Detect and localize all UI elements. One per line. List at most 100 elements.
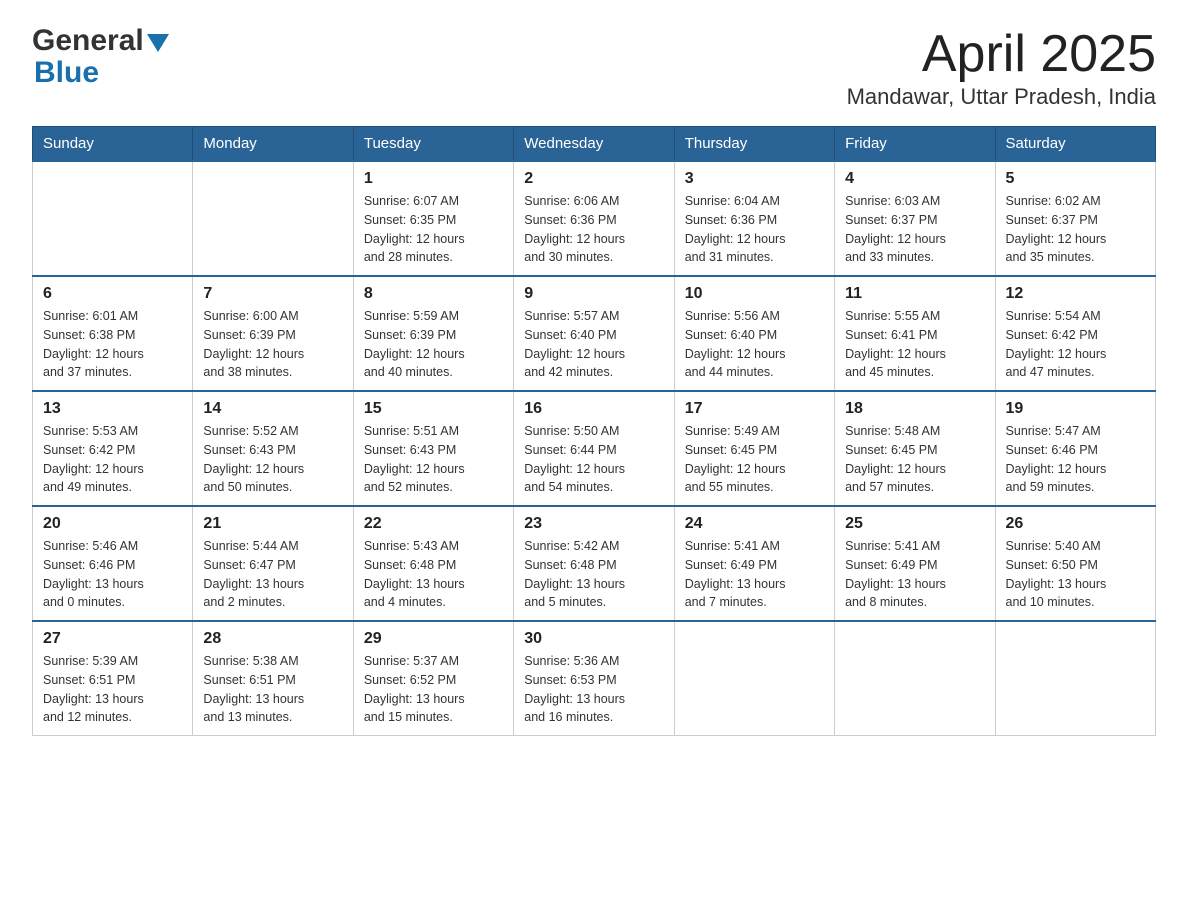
day-number: 30 [524, 630, 663, 648]
day-number: 25 [845, 515, 984, 533]
day-info: Sunrise: 5:54 AM Sunset: 6:42 PM Dayligh… [1006, 307, 1145, 382]
calendar-cell: 19 Sunrise: 5:47 AM Sunset: 6:46 PM Dayli… [995, 391, 1155, 506]
calendar-cell: 16Sunrise: 5:50 AM Sunset: 6:44 PM Dayli… [514, 391, 674, 506]
logo-general-text: General [32, 24, 144, 58]
day-info: Sunrise: 5:44 AM Sunset: 6:47 PM Dayligh… [203, 537, 342, 612]
calendar-title: April 2025 [847, 24, 1156, 84]
day-number: 17 [685, 400, 824, 418]
day-number: 15 [364, 400, 503, 418]
calendar-cell: 13 Sunrise: 5:53 AM Sunset: 6:42 PM Dayli… [33, 391, 193, 506]
title-block: April 2025 Mandawar, Uttar Pradesh, Indi… [847, 24, 1156, 110]
day-info: Sunrise: 6:01 AM Sunset: 6:38 PM Dayligh… [43, 307, 182, 382]
day-info: Sunrise: 5:42 AM Sunset: 6:48 PM Dayligh… [524, 537, 663, 612]
calendar-subtitle: Mandawar, Uttar Pradesh, India [847, 84, 1156, 110]
day-number: 18 [845, 400, 984, 418]
calendar-day-header: Friday [835, 127, 995, 162]
calendar-day-header: Thursday [674, 127, 834, 162]
calendar-week-row: 20 Sunrise: 5:46 AM Sunset: 6:46 PM Dayli… [33, 506, 1156, 621]
calendar-cell: 2Sunrise: 6:06 AM Sunset: 6:36 PM Daylig… [514, 161, 674, 276]
day-number: 26 [1006, 515, 1145, 533]
calendar-week-row: 13 Sunrise: 5:53 AM Sunset: 6:42 PM Dayli… [33, 391, 1156, 506]
logo-triangle-icon [147, 34, 169, 52]
logo: General Blue [32, 24, 169, 90]
calendar-cell: 23 Sunrise: 5:42 AM Sunset: 6:48 PM Dayli… [514, 506, 674, 621]
day-info: Sunrise: 5:39 AM Sunset: 6:51 PM Dayligh… [43, 652, 182, 727]
calendar-day-header: Tuesday [353, 127, 513, 162]
page-header: General Blue April 2025 Mandawar, Uttar … [32, 24, 1156, 110]
day-number: 7 [203, 285, 342, 303]
calendar-week-row: 6 Sunrise: 6:01 AM Sunset: 6:38 PM Daylig… [33, 276, 1156, 391]
calendar-cell: 20 Sunrise: 5:46 AM Sunset: 6:46 PM Dayli… [33, 506, 193, 621]
calendar-cell: 25 Sunrise: 5:41 AM Sunset: 6:49 PM Dayli… [835, 506, 995, 621]
day-number: 1 [364, 170, 503, 188]
calendar-day-header: Wednesday [514, 127, 674, 162]
day-info: Sunrise: 5:36 AM Sunset: 6:53 PM Dayligh… [524, 652, 663, 727]
calendar-cell: 15Sunrise: 5:51 AM Sunset: 6:43 PM Dayli… [353, 391, 513, 506]
day-info: Sunrise: 5:43 AM Sunset: 6:48 PM Dayligh… [364, 537, 503, 612]
calendar-cell: 9Sunrise: 5:57 AM Sunset: 6:40 PM Daylig… [514, 276, 674, 391]
day-info: Sunrise: 5:38 AM Sunset: 6:51 PM Dayligh… [203, 652, 342, 727]
calendar-cell: 28 Sunrise: 5:38 AM Sunset: 6:51 PM Dayli… [193, 621, 353, 736]
day-number: 12 [1006, 285, 1145, 303]
calendar-cell: 27 Sunrise: 5:39 AM Sunset: 6:51 PM Dayli… [33, 621, 193, 736]
calendar-cell: 8Sunrise: 5:59 AM Sunset: 6:39 PM Daylig… [353, 276, 513, 391]
day-number: 19 [1006, 400, 1145, 418]
day-number: 3 [685, 170, 824, 188]
calendar-week-row: 27 Sunrise: 5:39 AM Sunset: 6:51 PM Dayli… [33, 621, 1156, 736]
calendar-cell: 30 Sunrise: 5:36 AM Sunset: 6:53 PM Dayli… [514, 621, 674, 736]
calendar-cell: 29Sunrise: 5:37 AM Sunset: 6:52 PM Dayli… [353, 621, 513, 736]
calendar-cell: 24 Sunrise: 5:41 AM Sunset: 6:49 PM Dayli… [674, 506, 834, 621]
day-number: 2 [524, 170, 663, 188]
calendar-cell: 1Sunrise: 6:07 AM Sunset: 6:35 PM Daylig… [353, 161, 513, 276]
day-number: 21 [203, 515, 342, 533]
calendar-header-row: SundayMondayTuesdayWednesdayThursdayFrid… [33, 127, 1156, 162]
calendar-cell: 12 Sunrise: 5:54 AM Sunset: 6:42 PM Dayli… [995, 276, 1155, 391]
calendar-cell [33, 161, 193, 276]
calendar-cell: 21 Sunrise: 5:44 AM Sunset: 6:47 PM Dayli… [193, 506, 353, 621]
calendar-cell: 22Sunrise: 5:43 AM Sunset: 6:48 PM Dayli… [353, 506, 513, 621]
day-number: 23 [524, 515, 663, 533]
day-number: 24 [685, 515, 824, 533]
day-number: 5 [1006, 170, 1145, 188]
day-info: Sunrise: 5:49 AM Sunset: 6:45 PM Dayligh… [685, 422, 824, 497]
day-info: Sunrise: 5:40 AM Sunset: 6:50 PM Dayligh… [1006, 537, 1145, 612]
day-number: 9 [524, 285, 663, 303]
calendar-table: SundayMondayTuesdayWednesdayThursdayFrid… [32, 126, 1156, 736]
day-number: 27 [43, 630, 182, 648]
calendar-cell [674, 621, 834, 736]
day-number: 8 [364, 285, 503, 303]
logo-blue-text: Blue [34, 56, 99, 90]
day-info: Sunrise: 6:00 AM Sunset: 6:39 PM Dayligh… [203, 307, 342, 382]
calendar-cell: 3 Sunrise: 6:04 AM Sunset: 6:36 PM Daylig… [674, 161, 834, 276]
day-info: Sunrise: 5:53 AM Sunset: 6:42 PM Dayligh… [43, 422, 182, 497]
calendar-cell: 4 Sunrise: 6:03 AM Sunset: 6:37 PM Daylig… [835, 161, 995, 276]
day-number: 4 [845, 170, 984, 188]
calendar-cell: 7 Sunrise: 6:00 AM Sunset: 6:39 PM Daylig… [193, 276, 353, 391]
calendar-cell [835, 621, 995, 736]
calendar-cell: 26 Sunrise: 5:40 AM Sunset: 6:50 PM Dayli… [995, 506, 1155, 621]
day-number: 6 [43, 285, 182, 303]
day-info: Sunrise: 6:02 AM Sunset: 6:37 PM Dayligh… [1006, 192, 1145, 267]
day-number: 28 [203, 630, 342, 648]
day-info: Sunrise: 5:41 AM Sunset: 6:49 PM Dayligh… [845, 537, 984, 612]
calendar-day-header: Saturday [995, 127, 1155, 162]
calendar-cell: 10 Sunrise: 5:56 AM Sunset: 6:40 PM Dayli… [674, 276, 834, 391]
day-info: Sunrise: 5:46 AM Sunset: 6:46 PM Dayligh… [43, 537, 182, 612]
day-number: 13 [43, 400, 182, 418]
day-info: Sunrise: 6:03 AM Sunset: 6:37 PM Dayligh… [845, 192, 984, 267]
day-info: Sunrise: 5:37 AM Sunset: 6:52 PM Dayligh… [364, 652, 503, 727]
day-info: Sunrise: 5:56 AM Sunset: 6:40 PM Dayligh… [685, 307, 824, 382]
calendar-cell: 5 Sunrise: 6:02 AM Sunset: 6:37 PM Daylig… [995, 161, 1155, 276]
day-number: 10 [685, 285, 824, 303]
calendar-cell: 17 Sunrise: 5:49 AM Sunset: 6:45 PM Dayli… [674, 391, 834, 506]
day-number: 20 [43, 515, 182, 533]
day-info: Sunrise: 5:52 AM Sunset: 6:43 PM Dayligh… [203, 422, 342, 497]
day-info: Sunrise: 5:50 AM Sunset: 6:44 PM Dayligh… [524, 422, 663, 497]
day-info: Sunrise: 6:04 AM Sunset: 6:36 PM Dayligh… [685, 192, 824, 267]
day-number: 14 [203, 400, 342, 418]
day-info: Sunrise: 5:55 AM Sunset: 6:41 PM Dayligh… [845, 307, 984, 382]
day-info: Sunrise: 5:41 AM Sunset: 6:49 PM Dayligh… [685, 537, 824, 612]
day-info: Sunrise: 5:47 AM Sunset: 6:46 PM Dayligh… [1006, 422, 1145, 497]
calendar-cell: 14 Sunrise: 5:52 AM Sunset: 6:43 PM Dayli… [193, 391, 353, 506]
day-number: 11 [845, 285, 984, 303]
